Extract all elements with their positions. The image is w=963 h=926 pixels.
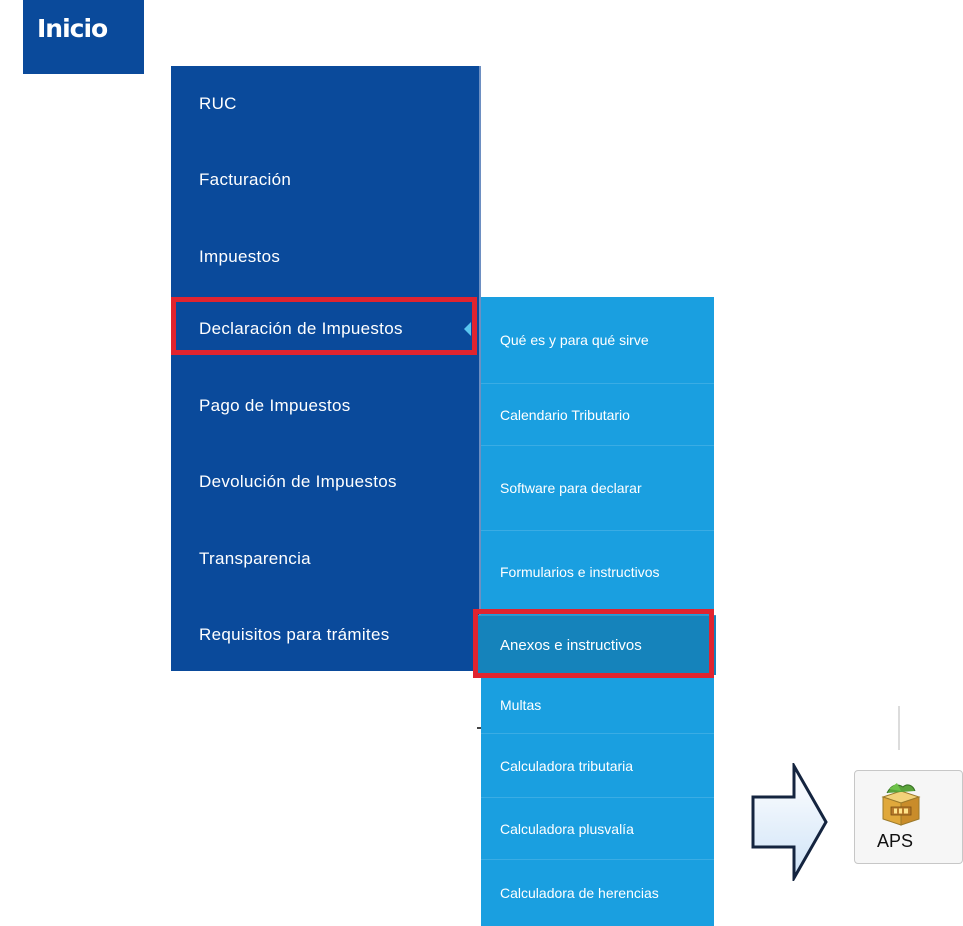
submenu-item-calculadora-tributaria[interactable]: Calculadora tributaria: [481, 733, 714, 797]
main-menu-item-pago-de-impuestos[interactable]: Pago de Impuestos: [171, 368, 479, 444]
submenu-item-label: Calculadora plusvalía: [500, 820, 634, 837]
main-menu-item-ruc[interactable]: RUC: [171, 66, 479, 142]
main-menu-item-label: RUC: [199, 94, 237, 113]
main-menu: RUC Facturación Impuestos Declaración de…: [171, 66, 479, 671]
main-menu-item-impuestos[interactable]: Impuestos: [171, 219, 479, 295]
submenu-pointer-icon: [464, 322, 471, 336]
submenu-item-calculadora-de-herencias[interactable]: Calculadora de herencias: [481, 859, 714, 926]
submenu-item-label: Formularios e instructivos: [500, 564, 660, 580]
inicio-header[interactable]: Inicio: [23, 0, 144, 74]
submenu-item-label: Calendario Tributario: [500, 406, 630, 423]
right-arrow-icon: [750, 760, 830, 884]
inicio-title: Inicio: [37, 14, 108, 43]
submenu-item-label: Software para declarar: [500, 480, 642, 496]
submenu-item-anexos-e-instructivos[interactable]: Anexos e instructivos: [477, 615, 716, 675]
submenu-item-formularios[interactable]: Formularios e instructivos: [481, 530, 714, 613]
zip-archive-icon: [881, 783, 921, 826]
main-menu-item-label: Declaración de Impuestos: [199, 319, 403, 338]
main-menu-item-facturacion[interactable]: Facturación: [171, 142, 479, 218]
menu-divider: [477, 727, 481, 729]
file-name: APS: [876, 831, 914, 851]
main-menu-item-label: Pago de Impuestos: [199, 396, 351, 415]
submenu-item-multas[interactable]: Multas: [481, 675, 714, 733]
submenu-item-calendario-tributario[interactable]: Calendario Tributario: [481, 383, 714, 445]
main-menu-item-label: Impuestos: [199, 247, 281, 266]
aps-zip-file[interactable]: APS: [854, 770, 963, 864]
main-menu-item-label: Requisitos para trámites: [199, 625, 390, 644]
submenu-item-label: Qué es y para qué sirve: [500, 332, 649, 348]
main-menu-item-label: Facturación: [199, 170, 292, 189]
main-menu-item-transparencia[interactable]: Transparencia: [171, 521, 479, 597]
main-menu-item-label: Devolución de Impuestos: [199, 472, 397, 491]
main-menu-item-devolucion-de-impuestos[interactable]: Devolución de Impuestos: [171, 444, 479, 520]
submenu-item-label: Calculadora de herencias: [500, 885, 659, 901]
submenu-item-label: Multas: [500, 696, 542, 713]
submenu-item-label: Anexos e instructivos: [500, 636, 642, 654]
submenu-item-label: Calculadora tributaria: [500, 757, 634, 774]
submenu-item-software-para-declarar[interactable]: Software para declarar: [481, 445, 714, 530]
main-menu-item-declaracion-de-impuestos[interactable]: Declaración de Impuestos: [175, 305, 471, 353]
submenu-item-que-es[interactable]: Qué es y para qué sirve: [481, 297, 714, 383]
main-menu-item-label: Transparencia: [199, 549, 311, 568]
submenu-declaracion: Qué es y para qué sirve Calendario Tribu…: [477, 297, 716, 926]
menu-divider: [898, 706, 900, 750]
main-menu-item-requisitos-para-tramites[interactable]: Requisitos para trámites: [171, 597, 479, 673]
submenu-item-calculadora-plusvalia[interactable]: Calculadora plusvalía: [481, 797, 714, 859]
